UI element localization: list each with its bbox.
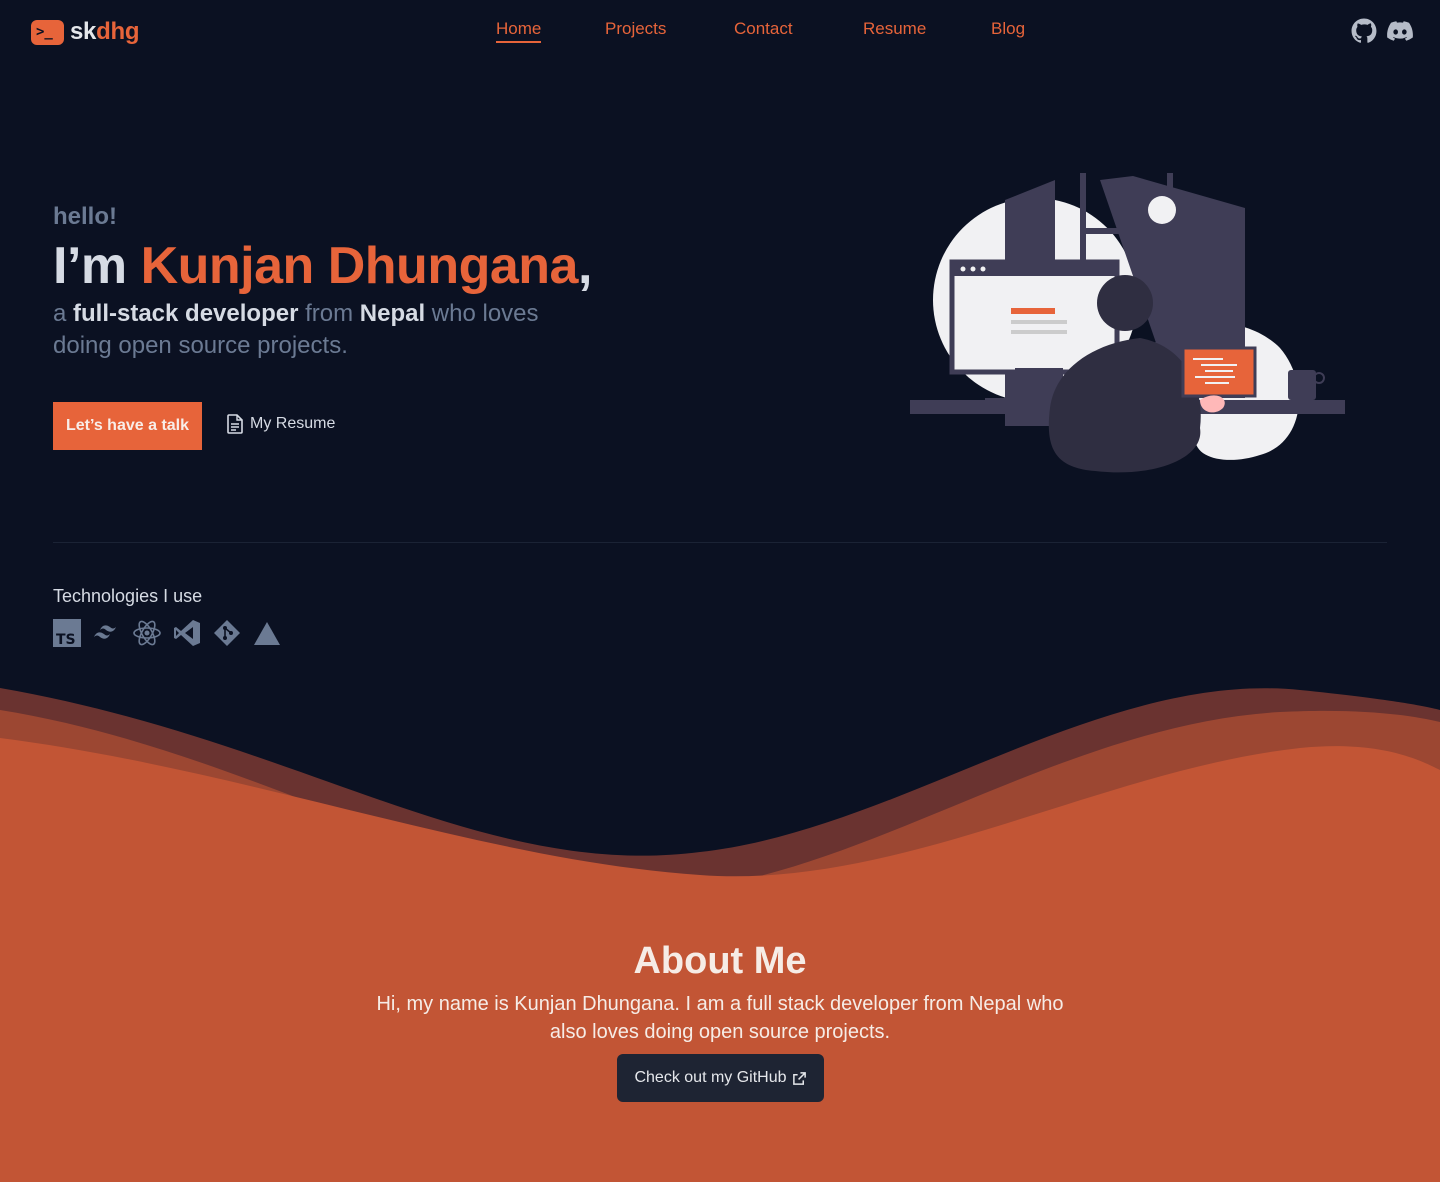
technologies-title: Technologies I use: [53, 586, 203, 606]
hero-heading: I’m Kunjan Dhungana,: [53, 237, 592, 295]
discord-icon[interactable]: [1387, 18, 1413, 44]
vscode-icon: [174, 620, 200, 646]
github-icon[interactable]: [1351, 18, 1377, 44]
hero-name: Kunjan Dhungana: [140, 237, 579, 295]
nav-projects[interactable]: Projects: [605, 19, 666, 39]
svg-text:TS: TS: [56, 632, 76, 647]
git-icon: [214, 620, 240, 646]
technologies-list: TS: [53, 619, 281, 647]
about-wave-background: [0, 688, 1440, 1182]
external-link-icon: [792, 1071, 806, 1085]
nav-links: Home Projects Contact Resume Blog: [0, 19, 1440, 45]
hero-tagline: a full-stack developer from Nepal who lo…: [53, 300, 539, 359]
typescript-icon: TS: [53, 619, 81, 647]
my-resume-button[interactable]: My Resume: [226, 414, 335, 434]
nav-home[interactable]: Home: [496, 19, 542, 43]
greeting: hello!: [53, 203, 117, 230]
nav-resume[interactable]: Resume: [863, 19, 926, 39]
vercel-icon: [254, 622, 280, 645]
developer-illustration: [910, 173, 1345, 473]
lets-talk-button[interactable]: Let’s have a talk: [53, 402, 202, 450]
react-icon: [133, 620, 161, 646]
nav-blog[interactable]: Blog: [991, 19, 1025, 39]
about-text: Hi, my name is Kunjan Dhungana. I am a f…: [376, 993, 1064, 1043]
about-title: About Me: [633, 940, 807, 982]
nav-contact[interactable]: Contact: [734, 19, 793, 39]
section-divider: [53, 542, 1387, 543]
check-github-button[interactable]: Check out my GitHub: [617, 1054, 824, 1102]
top-navbar: >_ skdhg Home Projects Contact Resume Bl…: [0, 0, 1440, 62]
document-icon: [227, 414, 243, 434]
tailwind-icon: [94, 625, 116, 639]
